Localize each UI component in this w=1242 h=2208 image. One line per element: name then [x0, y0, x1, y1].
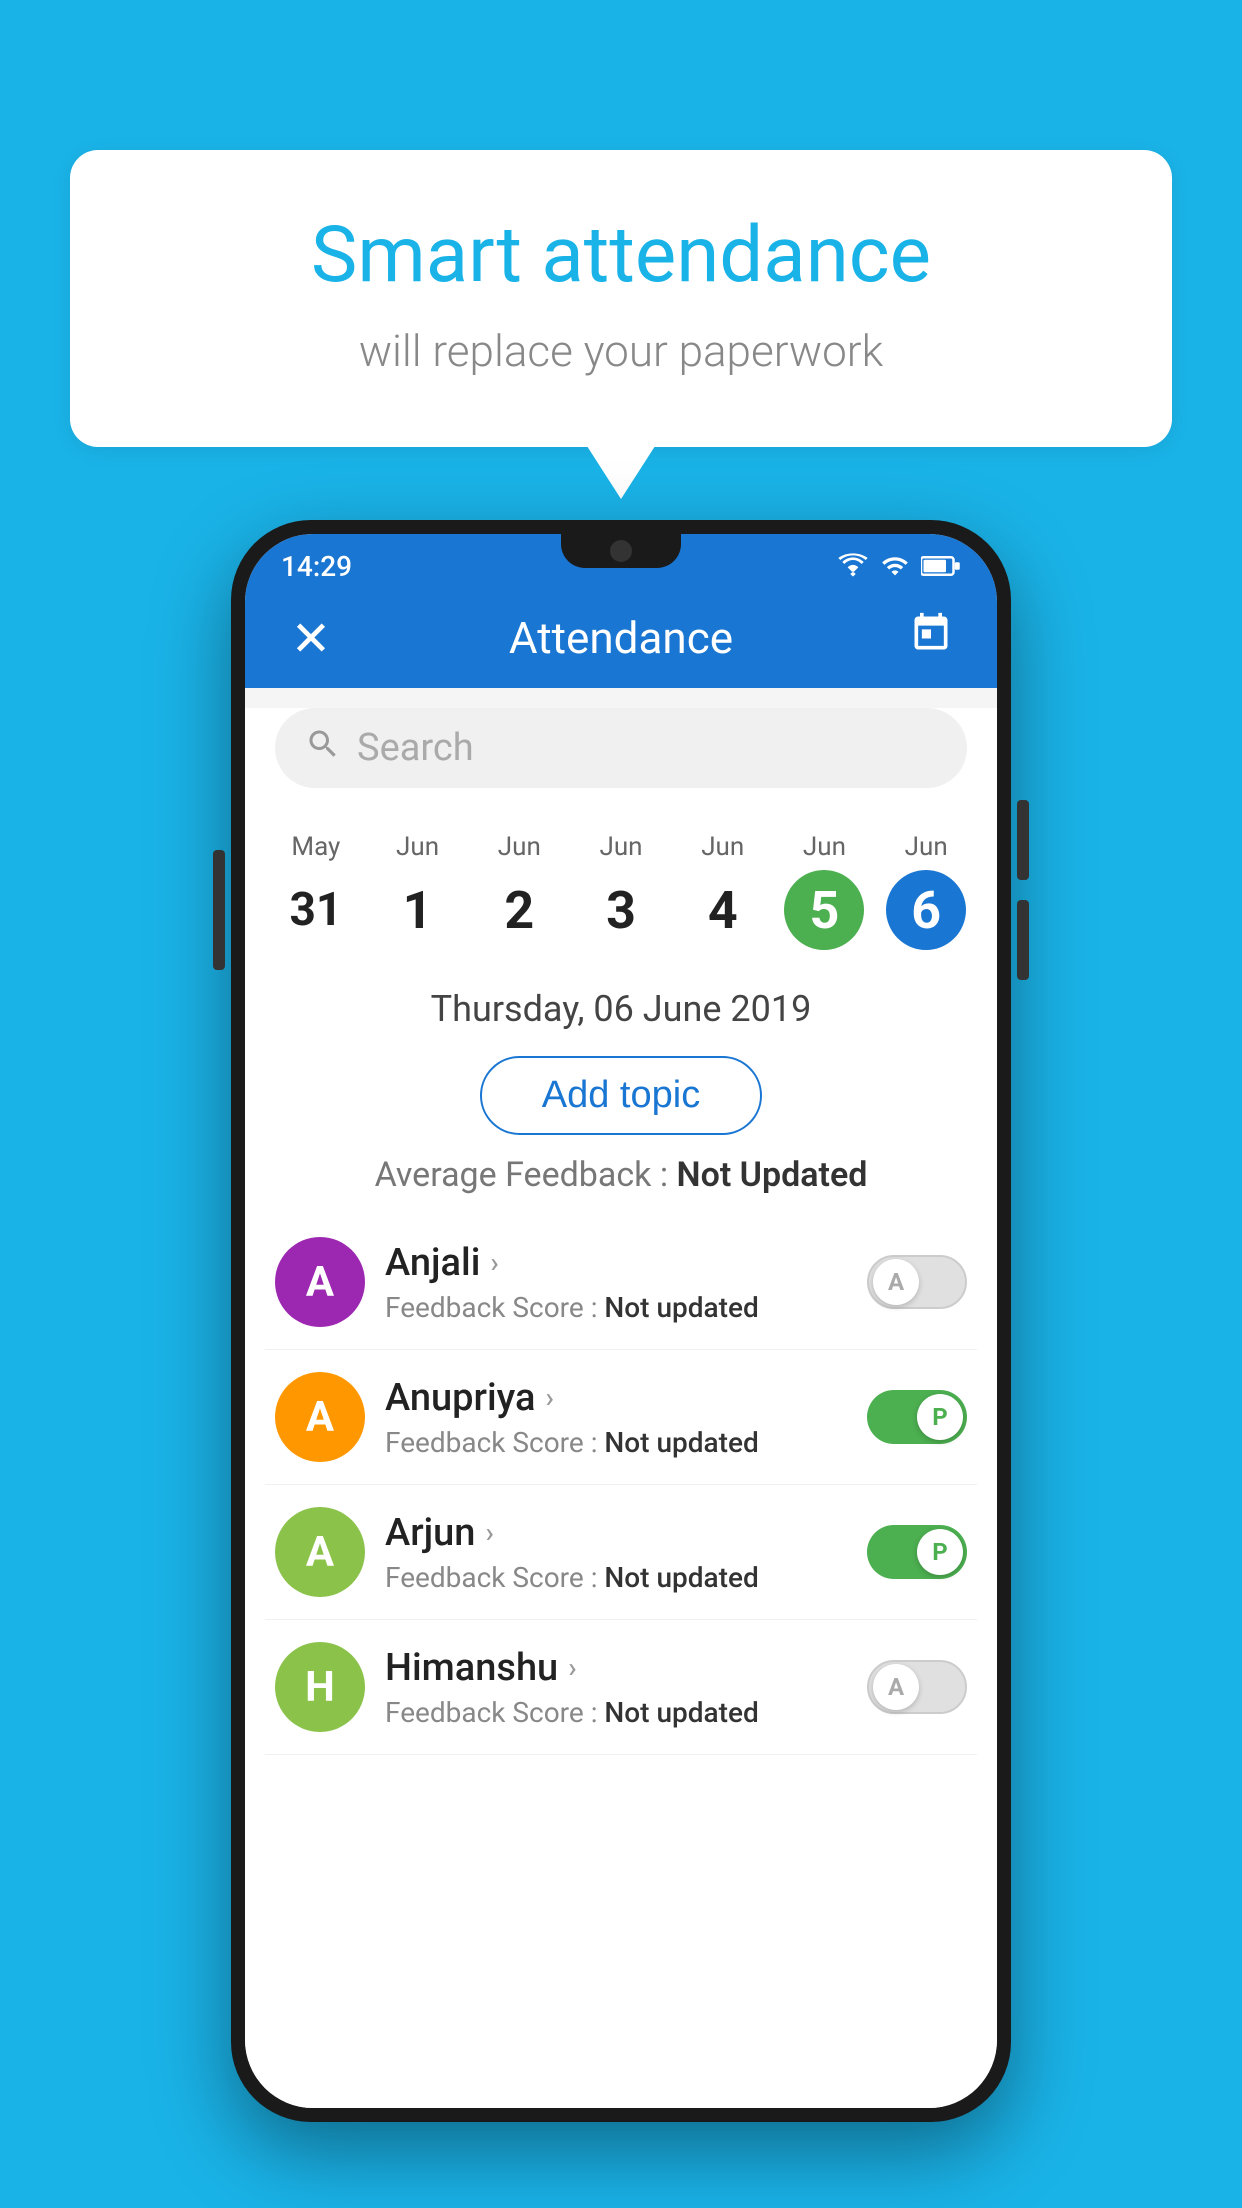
student-name: Anupriya › [385, 1376, 847, 1420]
student-feedback: Feedback Score : Not updated [385, 1561, 847, 1594]
student-list: A Anjali › Feedback Score : Not updated [245, 1215, 997, 1755]
close-button[interactable]: ✕ [281, 610, 341, 667]
student-info[interactable]: Anjali › Feedback Score : Not updated [385, 1241, 847, 1324]
speech-bubble-container: Smart attendance will replace your paper… [70, 150, 1172, 447]
student-item: A Anupriya › Feedback Score : Not update… [265, 1350, 977, 1485]
student-info[interactable]: Arjun › Feedback Score : Not updated [385, 1511, 847, 1594]
signal-icon [881, 552, 909, 580]
phone-notch [561, 534, 681, 568]
student-feedback: Feedback Score : Not updated [385, 1291, 847, 1324]
app-content: Search May 31 Jun 1 Jun [245, 708, 997, 2108]
toggle-track: P [867, 1390, 967, 1444]
speech-bubble-subtitle: will replace your paperwork [150, 325, 1092, 377]
toggle-track: A [867, 1660, 967, 1714]
student-item: A Anjali › Feedback Score : Not updated [265, 1215, 977, 1350]
speech-bubble: Smart attendance will replace your paper… [70, 150, 1172, 447]
date-jun2[interactable]: Jun 2 [468, 818, 570, 964]
search-icon [305, 726, 341, 771]
toggle-thumb: A [873, 1664, 919, 1710]
chevron-right-icon: › [545, 1381, 553, 1414]
student-name: Arjun › [385, 1511, 847, 1555]
magnify-icon [305, 726, 341, 762]
app-bar-title: Attendance [341, 612, 901, 664]
search-placeholder: Search [357, 726, 474, 770]
app-bar: ✕ Attendance [245, 588, 997, 688]
toggle-thumb: P [917, 1529, 963, 1575]
student-feedback: Feedback Score : Not updated [385, 1696, 847, 1729]
wifi-icon [837, 552, 869, 580]
add-topic-button[interactable]: Add topic [480, 1056, 762, 1135]
toggle-thumb: P [917, 1394, 963, 1440]
volume-up-button[interactable] [1017, 800, 1029, 880]
chevron-right-icon: › [568, 1651, 576, 1684]
avatar: A [275, 1507, 365, 1597]
avg-feedback: Average Feedback : Not Updated [245, 1155, 997, 1215]
avg-feedback-prefix: Average Feedback : [375, 1155, 677, 1195]
date-jun1[interactable]: Jun 1 [367, 818, 469, 964]
date-jun4[interactable]: Jun 4 [672, 818, 774, 964]
phone-outer: 14:29 [231, 520, 1011, 2122]
status-time: 14:29 [281, 550, 352, 583]
student-item: A Arjun › Feedback Score : Not updated [265, 1485, 977, 1620]
date-jun5[interactable]: Jun 5 [774, 818, 876, 964]
calendar-icon [909, 611, 953, 655]
student-info[interactable]: Himanshu › Feedback Score : Not updated [385, 1646, 847, 1729]
speech-bubble-title: Smart attendance [150, 210, 1092, 301]
student-name: Himanshu › [385, 1646, 847, 1690]
phone: 14:29 [231, 520, 1011, 2122]
student-name: Anjali › [385, 1241, 847, 1285]
search-bar[interactable]: Search [275, 708, 967, 788]
toggle-track: P [867, 1525, 967, 1579]
chevron-right-icon: › [485, 1516, 493, 1549]
front-camera [610, 540, 632, 562]
attendance-toggle-anjali[interactable]: A [867, 1255, 967, 1309]
avatar: H [275, 1642, 365, 1732]
toggle-thumb: A [873, 1259, 919, 1305]
power-button[interactable] [213, 850, 225, 970]
attendance-toggle-himanshu[interactable]: A [867, 1660, 967, 1714]
volume-down-button[interactable] [1017, 900, 1029, 980]
avatar: A [275, 1372, 365, 1462]
attendance-toggle-arjun[interactable]: P [867, 1525, 967, 1579]
phone-screen: 14:29 [245, 534, 997, 2108]
chevron-right-icon: › [490, 1246, 498, 1279]
avg-feedback-value: Not Updated [677, 1155, 868, 1195]
student-feedback: Feedback Score : Not updated [385, 1426, 847, 1459]
battery-icon [921, 552, 961, 580]
date-scroll: May 31 Jun 1 Jun 2 Jun [245, 798, 997, 964]
selected-date-label: Thursday, 06 June 2019 [245, 964, 997, 1046]
student-item: H Himanshu › Feedback Score : Not update… [265, 1620, 977, 1755]
status-icons [837, 552, 961, 580]
attendance-toggle-anupriya[interactable]: P [867, 1390, 967, 1444]
date-jun6[interactable]: Jun 6 [875, 818, 977, 964]
student-info[interactable]: Anupriya › Feedback Score : Not updated [385, 1376, 847, 1459]
avatar: A [275, 1237, 365, 1327]
toggle-track: A [867, 1255, 967, 1309]
calendar-button[interactable] [901, 611, 961, 666]
date-jun3[interactable]: Jun 3 [570, 818, 672, 964]
date-may31[interactable]: May 31 [265, 818, 367, 964]
